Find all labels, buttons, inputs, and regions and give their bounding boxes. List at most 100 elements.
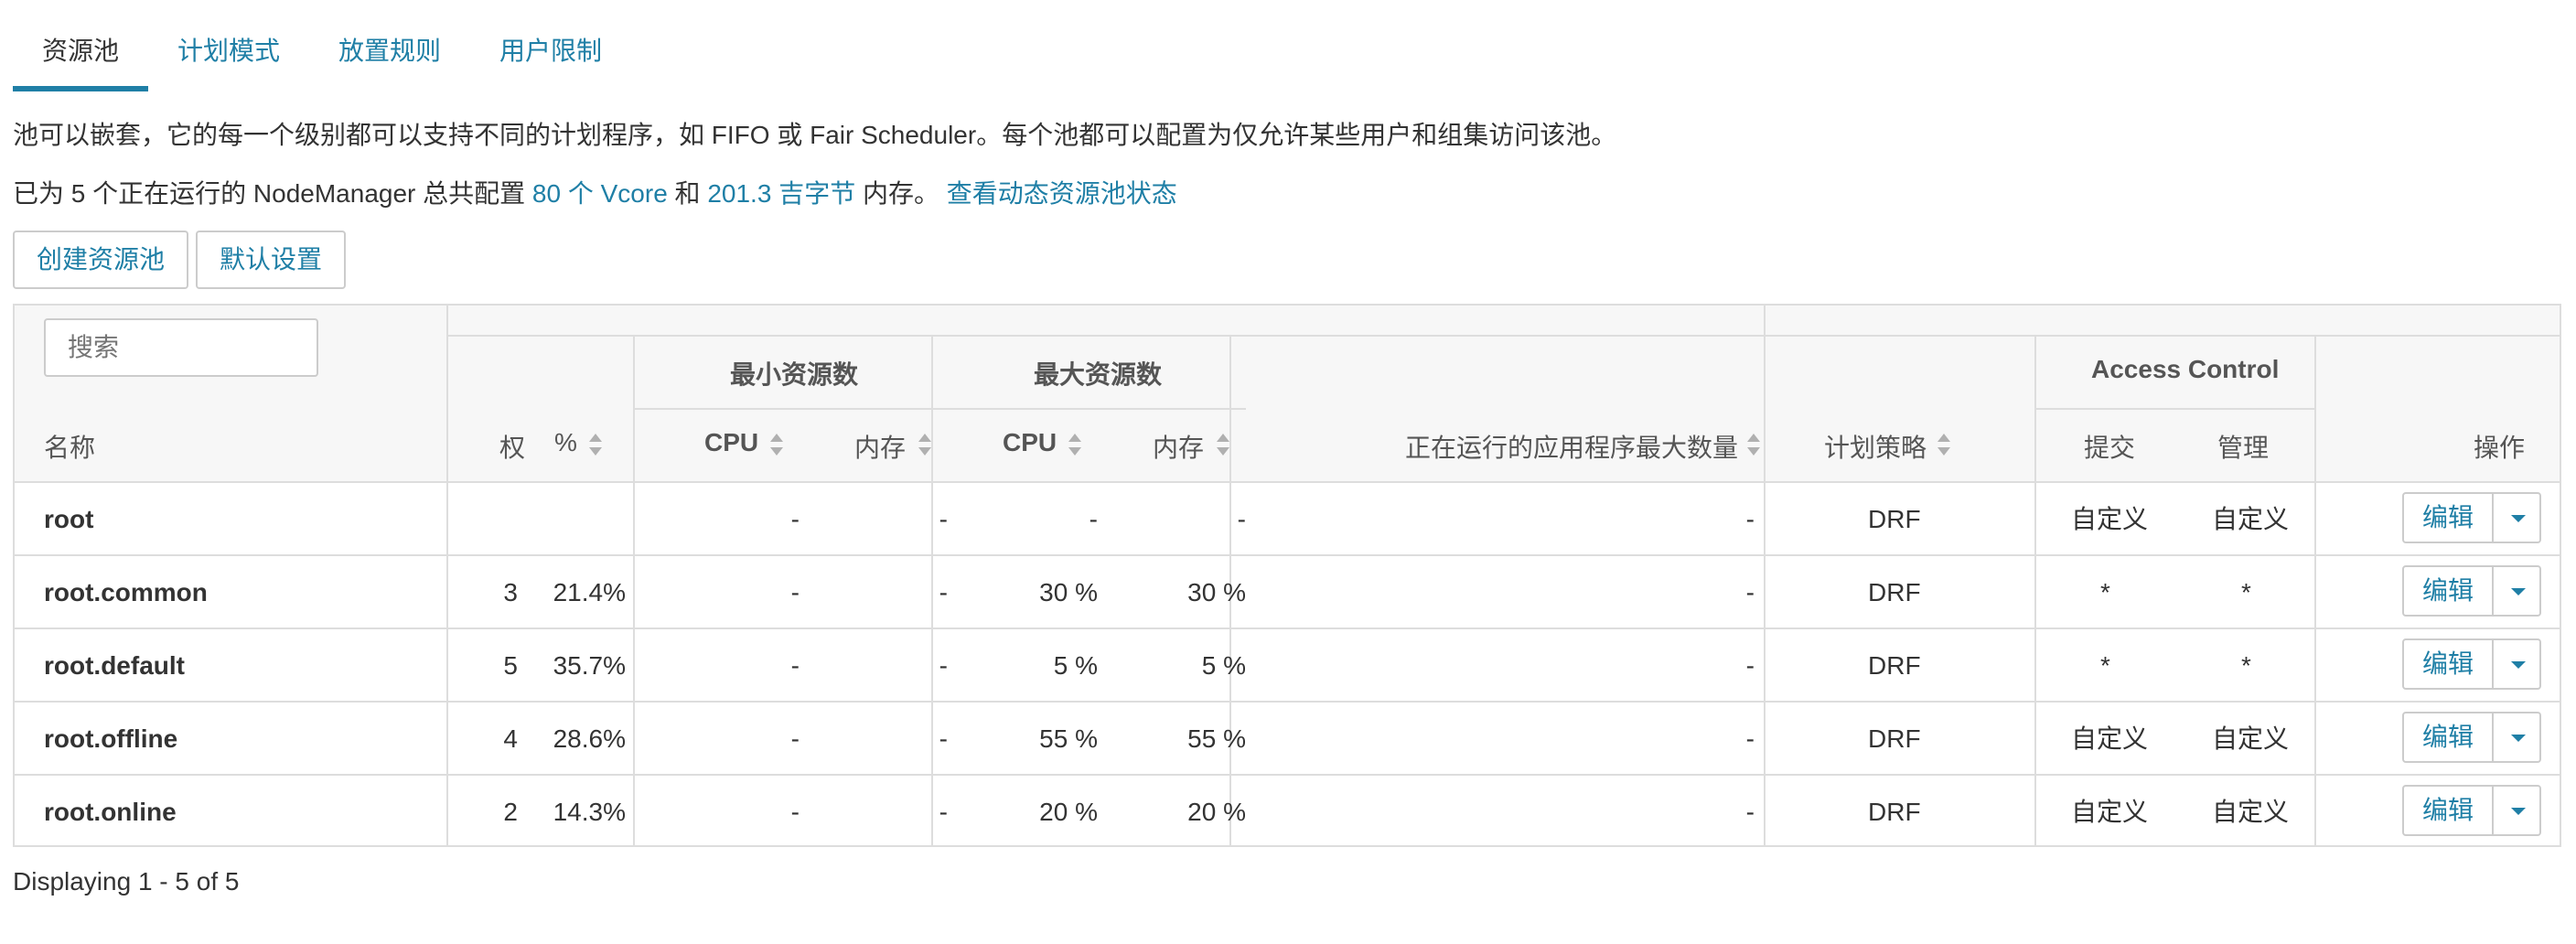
admin-column-header: 管理 [2217,434,2270,462]
max-cpu-column-header[interactable]: CPU [1003,428,1057,457]
min-memory-value: - [939,798,948,826]
pool-weight: 3 [503,578,518,606]
submit-acl-value: 自定义 [2071,505,2149,533]
dynamic-pool-status-link[interactable]: 查看动态资源池状态 [947,179,1177,208]
edit-button[interactable]: 编辑 [2402,638,2495,690]
max-apps-column-header[interactable]: 正在运行的应用程序最大数量 [1405,428,1738,465]
percent-column-header[interactable]: % [554,428,577,457]
max-apps-value: - [1745,651,1755,680]
pools-table: 最小资源数 最大资源数 Access Control 名称 权 % CPU 内存… [13,304,2561,847]
min-memory-value: - [939,505,948,533]
tab-resource-pools[interactable]: 资源池 [13,0,149,91]
edit-button[interactable]: 编辑 [2402,712,2495,763]
pool-name[interactable]: root.offline [44,703,177,776]
sort-icon[interactable] [770,434,783,456]
row-actions: 编辑 [2402,638,2542,690]
table-header: 最小资源数 最大资源数 Access Control 名称 权 % CPU 内存… [15,306,2561,481]
pool-percent: 14.3% [553,798,626,826]
tab-placement-rules[interactable]: 放置规则 [309,0,470,91]
max-apps-value: - [1745,724,1755,753]
pagination-status: Displaying 1 - 5 of 5 [13,867,240,896]
min-cpu-value: - [790,724,800,753]
resource-pools-page: 资源池 计划模式 放置规则 用户限制 池可以嵌套，它的每一个级别都可以支持不同的… [0,0,2576,944]
pool-weight: 4 [503,724,518,753]
min-cpu-value: - [790,651,800,680]
dropdown-caret-icon[interactable] [2494,785,2542,836]
min-memory-column-header[interactable]: 内存 [854,428,906,465]
table-row: root.common 3 21.4% - - 30 % 30 % - DRF … [15,556,2560,629]
max-memory-column-header[interactable]: 内存 [1153,428,1204,465]
create-pool-button[interactable]: 创建资源池 [13,231,189,289]
tab-schedule-mode[interactable]: 计划模式 [148,0,309,91]
pool-name[interactable]: root.common [44,556,208,629]
table-row: root.online 2 14.3% - - 20 % 20 % - DRF … [15,776,2560,849]
sort-icon[interactable] [1747,434,1760,456]
policy-column-header[interactable]: 计划策略 [1824,428,1927,465]
pool-description: 池可以嵌套，它的每一个级别都可以支持不同的计划程序，如 FIFO 或 Fair … [13,121,1617,149]
min-memory-value: - [939,578,948,606]
summary-suffix: 内存。 [855,179,947,208]
max-apps-value: - [1745,798,1755,826]
sort-icon[interactable] [1068,434,1081,456]
admin-acl-value: 自定义 [2212,798,2290,826]
edit-button[interactable]: 编辑 [2402,565,2495,617]
max-cpu-value: 30 % [1039,578,1098,606]
summary-and: 和 [667,179,708,208]
edit-button[interactable]: 编辑 [2402,785,2495,836]
max-memory-value: 5 % [1201,651,1246,680]
row-actions: 编辑 [2402,785,2542,836]
resource-summary: 已为 5 个正在运行的 NodeManager 总共配置 80 个 Vcore … [13,174,1177,210]
pool-weight: 5 [503,651,518,680]
policy-value: DRF [1868,798,1921,826]
policy-value: DRF [1868,505,1921,533]
dropdown-caret-icon[interactable] [2494,638,2542,690]
table-row: root.offline 4 28.6% - - 55 % 55 % - DRF… [15,703,2560,776]
sort-icon[interactable] [1217,434,1229,456]
tab-user-limits[interactable]: 用户限制 [470,0,631,91]
min-memory-value: - [939,651,948,680]
default-settings-button[interactable]: 默认设置 [196,231,347,289]
max-apps-value: - [1745,578,1755,606]
submit-acl-value: 自定义 [2071,798,2149,826]
dropdown-caret-icon[interactable] [2494,565,2542,617]
memory-link[interactable]: 201.3 吉字节 [707,179,855,208]
pool-name[interactable]: root.online [44,776,177,849]
submit-acl-value: 自定义 [2071,724,2149,753]
table-row: root.default 5 35.7% - - 5 % 5 % - DRF *… [15,629,2560,703]
action-buttons: 创建资源池 默认设置 [13,231,347,289]
pool-percent: 21.4% [553,578,626,606]
max-memory-value: 55 % [1187,724,1246,753]
row-actions: 编辑 [2402,492,2542,543]
max-cpu-value: 5 % [1053,651,1098,680]
dropdown-caret-icon[interactable] [2494,492,2542,543]
dropdown-caret-icon[interactable] [2494,712,2542,763]
sort-icon[interactable] [589,434,602,456]
row-actions: 编辑 [2402,565,2542,617]
min-cpu-column-header[interactable]: CPU [704,428,758,457]
weight-column-header[interactable]: 权 [499,428,525,465]
max-apps-value: - [1745,505,1755,533]
table-row: root - - - - - DRF 自定义 自定义 编辑 [15,483,2560,556]
max-resources-header: 最大资源数 [1034,360,1163,389]
summary-prefix: 已为 5 个正在运行的 NodeManager 总共配置 [13,179,532,208]
pool-percent: 35.7% [553,651,626,680]
max-cpu-value: 20 % [1039,798,1098,826]
pool-name[interactable]: root [44,483,93,556]
row-actions: 编辑 [2402,712,2542,763]
pool-weight: 2 [503,798,518,826]
sort-icon[interactable] [1937,434,1950,456]
edit-button[interactable]: 编辑 [2402,492,2495,543]
header-divider [635,408,1246,410]
pool-name[interactable]: root.default [44,629,185,703]
submit-column-header: 提交 [2084,434,2136,462]
search-input[interactable] [44,318,318,377]
vcore-link[interactable]: 80 个 Vcore [532,179,668,208]
actions-column-header: 操作 [2474,434,2526,462]
submit-acl-value: * [2100,578,2110,606]
max-memory-value: 20 % [1187,798,1246,826]
max-memory-value: - [1237,505,1246,533]
header-divider [448,335,2561,337]
max-cpu-value: 55 % [1039,724,1098,753]
name-column-header[interactable]: 名称 [44,428,95,465]
admin-acl-value: 自定义 [2212,724,2290,753]
